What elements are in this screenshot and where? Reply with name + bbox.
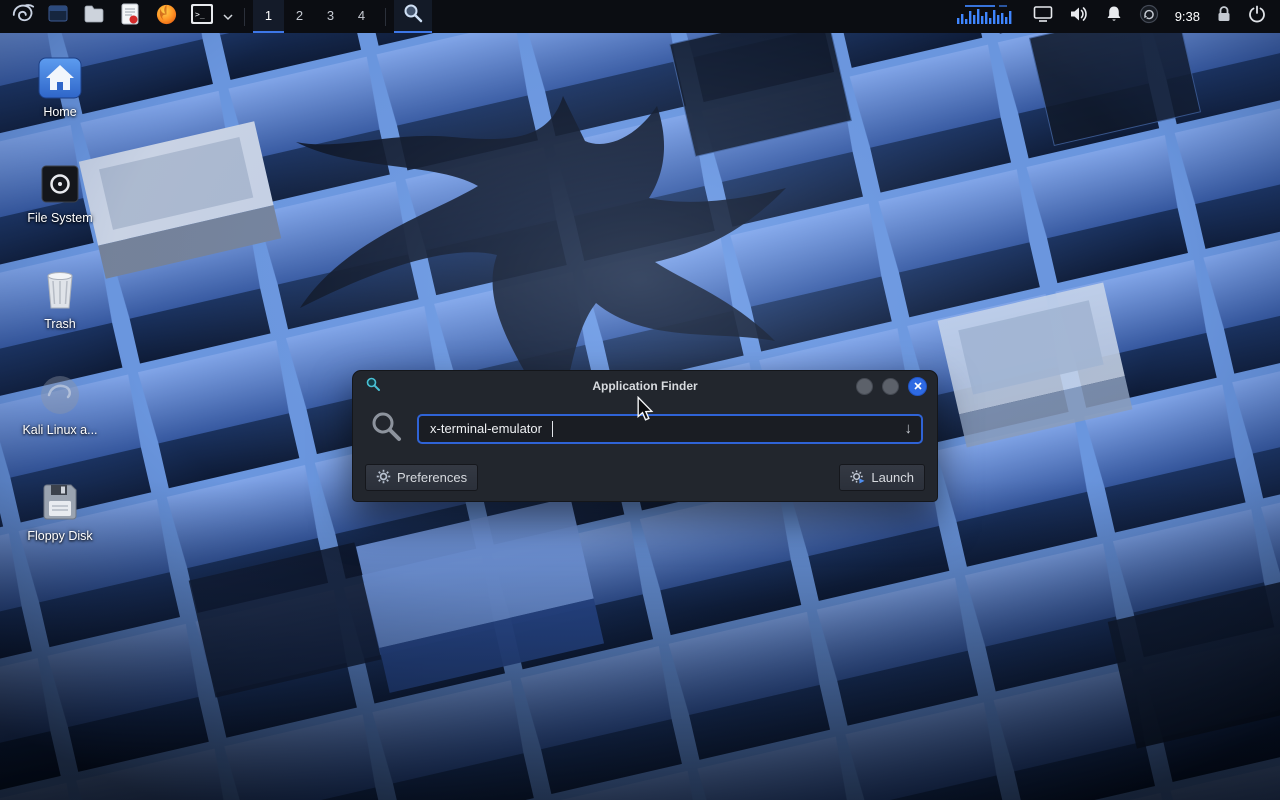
desktop-icon-home[interactable]: Home [8, 52, 112, 119]
show-desktop-launcher[interactable] [40, 0, 76, 33]
workspace-4-label: 4 [358, 8, 365, 23]
kali-menu-button[interactable] [6, 0, 40, 33]
close-icon [914, 382, 922, 390]
desktop-icon-label: Kali Linux a... [8, 423, 112, 437]
application-finder-app-icon [365, 376, 381, 397]
document-icon [120, 3, 140, 30]
workspace-3-label: 3 [327, 8, 334, 23]
firefox-icon [155, 3, 178, 31]
desktop-icon-floppy-disk[interactable]: Floppy Disk [8, 476, 112, 543]
power-icon[interactable] [1248, 5, 1266, 28]
desktop-icon-label: Floppy Disk [8, 529, 112, 543]
volume-icon[interactable] [1069, 5, 1089, 28]
launch-button-label: Launch [871, 470, 914, 485]
terminal-icon: >_ [190, 3, 214, 30]
home-icon [8, 52, 112, 100]
search-magnifier-icon [369, 409, 403, 448]
panel-separator [385, 8, 386, 26]
maximize-button[interactable] [882, 378, 899, 395]
display-icon[interactable] [1033, 5, 1053, 28]
top-panel: >_ 1 2 3 4 [0, 0, 1280, 33]
trash-icon [8, 264, 112, 312]
magnifier-icon [402, 2, 424, 29]
kali-disc-icon [8, 370, 112, 418]
folder-icon [83, 3, 105, 30]
workspace-2-label: 2 [296, 8, 303, 23]
window-title: Application Finder [353, 379, 937, 393]
taskbar-application-finder[interactable] [394, 0, 432, 33]
hard-drive-icon [8, 158, 112, 206]
window-icon [47, 3, 69, 30]
terminal-dropdown-button[interactable] [220, 0, 236, 33]
close-button[interactable] [908, 377, 927, 396]
desktop-icon-label: Trash [8, 317, 112, 331]
launch-button[interactable]: Launch [839, 464, 925, 491]
desktop-icon-label: File System [8, 211, 112, 225]
workspace-4[interactable]: 4 [346, 0, 377, 33]
workspace-3[interactable]: 3 [315, 0, 346, 33]
search-input[interactable]: x-terminal-emulator ↓ [417, 414, 923, 444]
kali-logo-icon [11, 2, 35, 31]
preferences-button[interactable]: Preferences [365, 464, 478, 491]
firefox-launcher[interactable] [148, 0, 184, 33]
panel-separator [244, 8, 245, 26]
updates-status-icon[interactable] [1139, 4, 1159, 29]
workspace-1[interactable]: 1 [253, 0, 284, 33]
chevron-down-icon [223, 8, 233, 26]
workspace-1-label: 1 [265, 8, 272, 23]
floppy-disk-icon [8, 476, 112, 524]
text-caret [552, 421, 554, 437]
dropdown-arrow-icon[interactable]: ↓ [905, 420, 913, 437]
file-manager-launcher[interactable] [76, 0, 112, 33]
terminal-launcher[interactable]: >_ [184, 0, 220, 33]
desktop-icon-trash[interactable]: Trash [8, 264, 112, 331]
desktop-icon-file-system[interactable]: File System [8, 158, 112, 225]
preferences-button-label: Preferences [397, 470, 467, 485]
svg-text:>_: >_ [195, 10, 205, 19]
mouse-cursor [636, 396, 654, 427]
workspace-2[interactable]: 2 [284, 0, 315, 33]
text-editor-launcher[interactable] [112, 0, 148, 33]
clock[interactable]: 9:38 [1175, 9, 1200, 24]
application-finder-window: Application Finder x-terminal-emulator ↓… [352, 370, 938, 502]
lock-icon[interactable] [1216, 5, 1232, 28]
desktop-icon-kali-linux[interactable]: Kali Linux a... [8, 370, 112, 437]
search-input-value: x-terminal-emulator [430, 421, 542, 436]
minimize-button[interactable] [856, 378, 873, 395]
desktop-icon-label: Home [8, 105, 112, 119]
notifications-bell-icon[interactable] [1105, 5, 1123, 28]
gear-icon [376, 469, 391, 487]
system-monitor-graph[interactable] [953, 2, 1017, 31]
launch-icon [850, 469, 865, 487]
